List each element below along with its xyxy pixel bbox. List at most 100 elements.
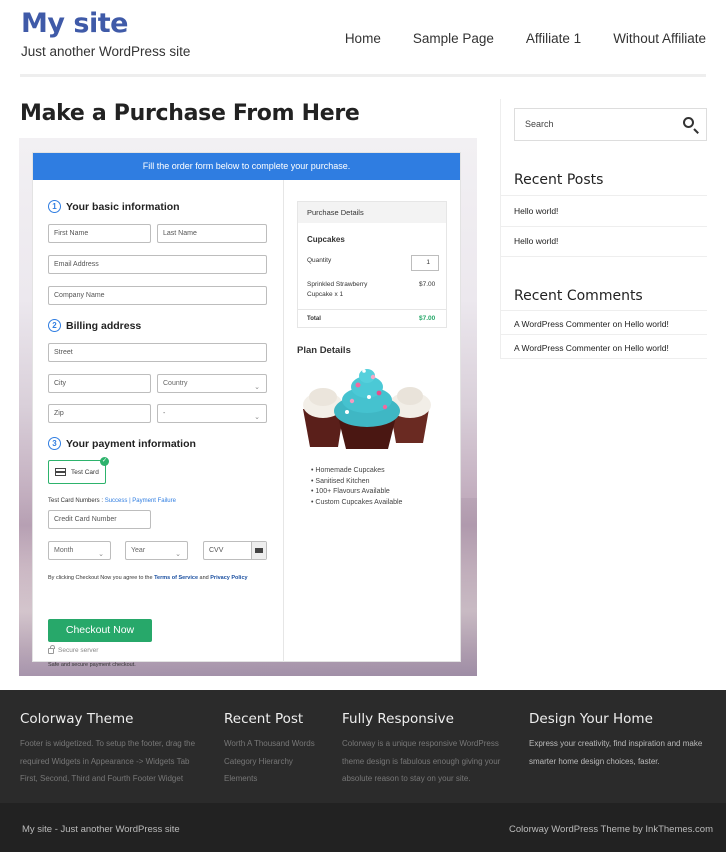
- first-name-input[interactable]: First Name: [48, 224, 151, 243]
- plan-feature: 100+ Flavours Available: [311, 487, 402, 498]
- footer-col-design-home: Design Your Home Express your creativity…: [529, 711, 724, 770]
- nav-without-affiliate[interactable]: Without Affiliate: [613, 31, 706, 46]
- footer-col-line: Express your creativity, find inspiratio…: [529, 739, 703, 748]
- recent-post-link[interactable]: Hello world!: [514, 206, 558, 216]
- divider: [501, 256, 707, 257]
- recent-comment: A WordPress Commenter on Hello world!: [514, 319, 669, 329]
- purchase-details-box: Purchase Details Cupcakes Quantity 1 Spr…: [297, 201, 447, 328]
- step-billing: 2 Billing address: [48, 319, 141, 332]
- terms-and: and: [199, 575, 209, 581]
- state-select[interactable]: - ⌄: [157, 404, 267, 423]
- safe-checkout-text: Safe and secure payment checkout.: [48, 662, 136, 668]
- item-line-2: Cupcake x 1: [307, 291, 344, 298]
- divider: [501, 310, 707, 311]
- footer-col-line: First, Second, Third and Fourth Footer W…: [20, 774, 184, 783]
- search-placeholder: Search: [525, 119, 554, 129]
- footer-post-link[interactable]: Elements: [224, 770, 334, 788]
- footer-col-title: Colorway Theme: [20, 711, 134, 727]
- footer-site-credit: My site - Just another WordPress site: [22, 824, 180, 835]
- cvv-input[interactable]: CVV: [203, 541, 267, 560]
- footer-col-line: smarter home design choices, faster.: [529, 756, 660, 766]
- item-line-1: Sprinkled Strawberry: [307, 281, 368, 288]
- test-card-numbers: Test Card Numbers : Success | Payment Fa…: [48, 498, 176, 504]
- plan-features-list: Homemade Cupcakes Sanitised Kitchen 100+…: [311, 466, 402, 508]
- separator: |: [129, 498, 131, 504]
- card-number-input[interactable]: Credit Card Number: [48, 510, 151, 529]
- footer-col-line: absolute reason to stay on your site.: [342, 774, 471, 783]
- footer-col-recent-post: Recent Post Worth A Thousand Words Categ…: [224, 711, 334, 788]
- quantity-input[interactable]: 1: [411, 255, 439, 271]
- sidebar: Search Recent Posts Hello world! Hello w…: [500, 99, 707, 359]
- total-label: Total: [307, 316, 321, 322]
- test-card-option[interactable]: Test Card ✓: [48, 457, 109, 484]
- footer-col-title: Fully Responsive: [342, 711, 454, 727]
- year-select-value: Year: [131, 547, 146, 554]
- total-value: $7.00: [419, 315, 436, 322]
- page-title: Make a Purchase From Here: [20, 101, 360, 126]
- comment-post-link[interactable]: Hello world!: [624, 343, 668, 353]
- site-title[interactable]: My site: [21, 8, 128, 39]
- step-title: Your payment information: [66, 437, 196, 450]
- zip-input[interactable]: Zip: [48, 404, 151, 423]
- recent-post-link[interactable]: Hello world!: [514, 236, 558, 246]
- nav-home[interactable]: Home: [345, 31, 381, 46]
- comment-author-link[interactable]: A WordPress Commenter: [514, 343, 610, 353]
- plan-details-title: Plan Details: [297, 345, 351, 356]
- last-name-input[interactable]: Last Name: [157, 224, 267, 243]
- email-input[interactable]: Email Address: [48, 255, 267, 274]
- test-card-numbers-label: Test Card Numbers :: [48, 498, 104, 504]
- state-select-value: -: [163, 410, 166, 417]
- plan-feature: Sanitised Kitchen: [311, 477, 402, 488]
- company-input[interactable]: Company Name: [48, 286, 267, 305]
- nav-sample-page[interactable]: Sample Page: [413, 31, 494, 46]
- credit-card-icon: [55, 468, 66, 476]
- footer-col-line: theme design is fabulous enough giving y…: [342, 756, 501, 766]
- city-input[interactable]: City: [48, 374, 151, 393]
- comment-on: on: [612, 343, 623, 353]
- search-input[interactable]: Search: [514, 108, 707, 141]
- recent-comment: A WordPress Commenter on Hello world!: [514, 343, 669, 353]
- step-basic-info: 1 Your basic information: [48, 200, 180, 213]
- card-icon: [251, 542, 266, 559]
- footer-bottom-bar: My site - Just another WordPress site Co…: [0, 803, 726, 852]
- form-right-panel: Purchase Details Cupcakes Quantity 1 Spr…: [285, 180, 461, 662]
- street-input[interactable]: Street: [48, 343, 267, 362]
- terms-text: By clicking Checkout Now you agree to th…: [48, 575, 248, 581]
- step-title: Billing address: [66, 319, 142, 332]
- hero-background: Fill the order form below to complete yo…: [19, 138, 477, 676]
- month-select-value: Month: [54, 547, 74, 554]
- footer-post-link[interactable]: Worth A Thousand Words: [224, 735, 334, 753]
- form-banner: Fill the order form below to complete yo…: [33, 153, 460, 180]
- comment-post-link[interactable]: Hello world!: [624, 319, 668, 329]
- terms-prefix: By clicking Checkout Now you agree to th…: [48, 575, 153, 581]
- payment-failure-link[interactable]: Payment Failure: [132, 498, 176, 504]
- recent-posts-title: Recent Posts: [514, 172, 604, 188]
- footer-col-line: required Widgets in Appearance -> Widget…: [20, 756, 190, 766]
- footer-col-title: Recent Post: [224, 711, 304, 727]
- footer-post-link[interactable]: Category Hierarchy: [224, 753, 334, 771]
- site-tagline: Just another WordPress site: [21, 44, 191, 59]
- purchase-details-heading: Purchase Details: [298, 202, 446, 223]
- test-card-label: Test Card: [71, 468, 99, 476]
- privacy-link[interactable]: Privacy Policy: [210, 575, 247, 581]
- search-icon[interactable]: [683, 117, 694, 128]
- item-price: $7.00: [419, 281, 436, 288]
- divider: [501, 358, 707, 359]
- chevron-down-icon: ⌄: [175, 551, 181, 558]
- secure-server: Secure server: [48, 644, 98, 654]
- comment-author-link[interactable]: A WordPress Commenter: [514, 319, 610, 329]
- month-select[interactable]: Month ⌄: [48, 541, 111, 560]
- year-select[interactable]: Year ⌄: [125, 541, 188, 560]
- footer-theme-credit[interactable]: Colorway WordPress Theme by InkThemes.co…: [509, 824, 713, 835]
- header-divider: [20, 74, 706, 77]
- checkmark-icon: ✓: [100, 457, 109, 466]
- terms-link[interactable]: Terms of Service: [154, 575, 198, 581]
- plan-feature: Custom Cupcakes Available: [311, 498, 402, 509]
- main-nav: Home Sample Page Affiliate 1 Without Aff…: [313, 31, 706, 46]
- order-form-card: Fill the order form below to complete yo…: [32, 152, 461, 668]
- chevron-down-icon: ⌄: [98, 551, 104, 558]
- success-link[interactable]: Success: [105, 498, 128, 504]
- nav-affiliate-1[interactable]: Affiliate 1: [526, 31, 581, 46]
- country-select[interactable]: Country ⌄: [157, 374, 267, 393]
- checkout-now-button[interactable]: Checkout Now: [48, 619, 152, 642]
